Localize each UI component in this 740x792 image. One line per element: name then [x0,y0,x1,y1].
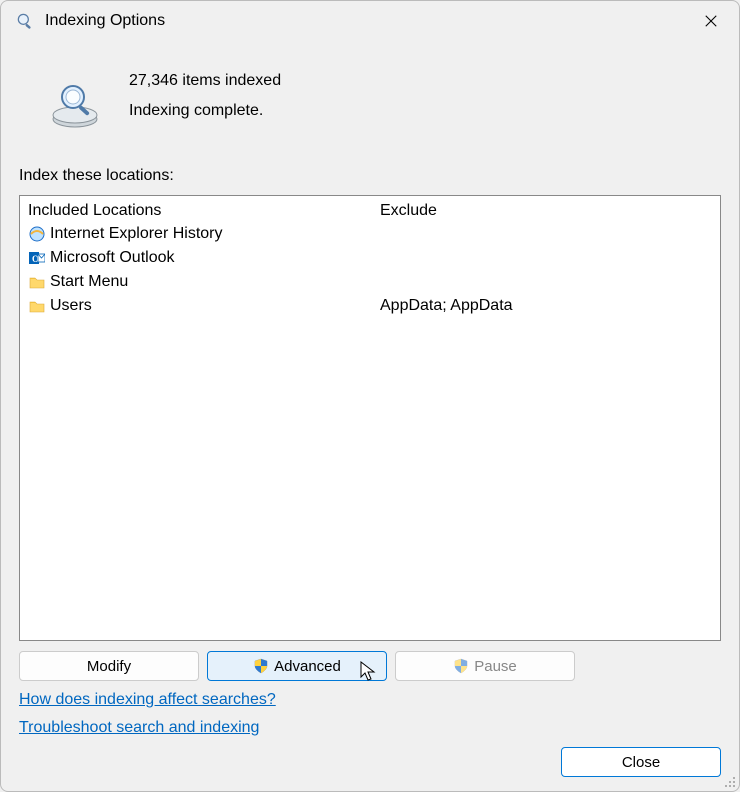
locations-label: Index these locations: [19,167,721,185]
pause-button: Pause [395,651,575,681]
button-label: Pause [474,658,517,675]
column-header-exclude: Exclude [380,202,712,220]
button-label: Advanced [274,658,341,675]
link-how-indexing-affects[interactable]: How does indexing affect searches? [19,691,276,709]
location-row[interactable]: Internet Explorer History [28,222,364,246]
indexed-count: 27,346 items indexed [129,66,281,96]
location-row[interactable]: Users [28,294,364,318]
column-header-included: Included Locations [28,202,364,220]
location-row[interactable]: O Microsoft Outlook [28,246,364,270]
button-label: Modify [87,658,131,675]
folder-icon [28,273,46,291]
indexing-options-dialog: Indexing Options 27,346 items indexed [0,0,740,792]
location-label: Start Menu [50,273,128,291]
magnifier-drive-icon [49,79,101,131]
location-row[interactable]: Start Menu [28,270,364,294]
location-label: Users [50,297,92,315]
window-title: Indexing Options [45,12,691,30]
exclude-cell [380,246,712,270]
exclude-cell [380,222,712,246]
ie-icon [28,225,46,243]
modify-button[interactable]: Modify [19,651,199,681]
location-label: Internet Explorer History [50,225,223,243]
indexing-status: Indexing complete. [129,96,281,126]
uac-shield-icon [253,658,269,674]
link-troubleshoot[interactable]: Troubleshoot search and indexing [19,719,259,737]
exclude-cell [380,270,712,294]
resize-grip-icon[interactable] [722,774,736,788]
folder-icon [28,297,46,315]
exclude-cell: AppData; AppData [380,294,712,318]
button-label: Close [622,754,660,771]
close-button[interactable]: Close [561,747,721,777]
uac-shield-icon [453,658,469,674]
titlebar: Indexing Options [1,1,739,41]
outlook-icon: O [28,249,46,267]
indexing-options-titlebar-icon [15,11,35,31]
location-label: Microsoft Outlook [50,249,174,267]
advanced-button[interactable]: Advanced [207,651,387,681]
locations-panel: Included Locations Internet Explorer His… [19,195,721,641]
close-icon[interactable] [691,1,731,41]
